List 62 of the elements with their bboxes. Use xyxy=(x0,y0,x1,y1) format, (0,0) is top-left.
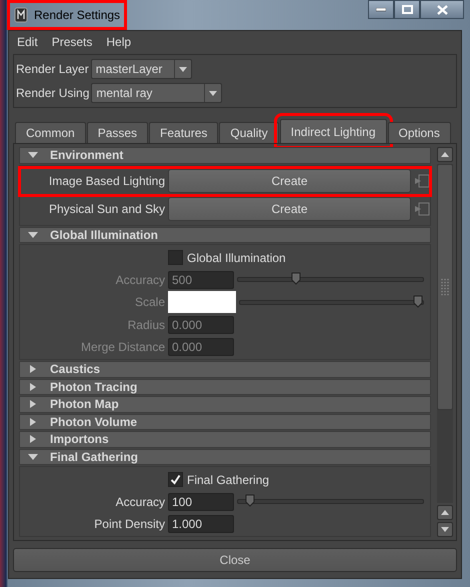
slider-thumb[interactable] xyxy=(244,494,255,507)
create-button[interactable]: Create xyxy=(168,197,411,221)
checkbox-label: Global Illumination xyxy=(187,250,286,264)
checkmark-icon xyxy=(170,474,181,485)
tab[interactable]: Options xyxy=(388,122,451,143)
grip-icon xyxy=(440,278,450,296)
tab[interactable]: Common xyxy=(15,122,86,143)
scroll-up-button[interactable] xyxy=(437,147,453,162)
up-arrow-icon xyxy=(441,510,449,515)
scroll-up-button[interactable] xyxy=(437,505,453,520)
close-button[interactable]: Close xyxy=(13,548,457,572)
minimize-icon xyxy=(376,8,386,12)
section-header[interactable]: Importons xyxy=(19,431,431,448)
close-icon[interactable] xyxy=(420,0,464,19)
maximize-icon xyxy=(402,5,412,14)
section-header[interactable]: Photon Map xyxy=(19,396,431,412)
expanded-arrow-icon xyxy=(28,230,38,239)
dropdown-label: Render Using xyxy=(16,86,90,100)
minimize-button[interactable] xyxy=(368,0,394,19)
tab[interactable]: Passes xyxy=(86,122,148,143)
dropdown-label: Render Layer xyxy=(16,62,89,76)
scrollbar-thumb[interactable] xyxy=(437,164,453,410)
dropdown-arrow-icon xyxy=(178,66,187,72)
tab[interactable]: Quality xyxy=(219,122,279,143)
down-arrow-icon xyxy=(441,527,449,532)
expanded-arrow-icon xyxy=(28,151,38,160)
menu-item[interactable]: Help xyxy=(106,35,132,49)
connection-icon[interactable] xyxy=(414,174,430,188)
expanded-arrow-icon xyxy=(28,452,38,461)
section-header[interactable]: Environment xyxy=(19,147,431,164)
checkbox[interactable] xyxy=(168,472,183,487)
number-field[interactable]: 1.000 xyxy=(168,514,234,532)
section-header[interactable]: Photon Volume xyxy=(19,414,431,430)
app-icon xyxy=(14,7,28,23)
section-header[interactable]: Caustics xyxy=(19,361,431,378)
row-label: Image Based Lighting xyxy=(48,174,165,188)
dropdown-arrow-icon xyxy=(209,90,218,96)
checkbox[interactable] xyxy=(168,250,183,265)
create-button[interactable]: Create xyxy=(168,169,411,193)
number-field[interactable]: 100 xyxy=(168,492,234,510)
field-label: Merge Distance xyxy=(80,340,165,354)
checkbox-label: Final Gathering xyxy=(187,472,270,486)
connection-icon[interactable] xyxy=(414,202,430,216)
window-title: Render Settings xyxy=(34,8,120,22)
dropdown[interactable]: masterLayer xyxy=(90,59,192,79)
scroll-down-button[interactable] xyxy=(437,522,453,537)
up-arrow-icon xyxy=(441,152,449,157)
field-label: Scale xyxy=(134,295,165,309)
menu-item[interactable]: Edit xyxy=(17,35,38,49)
menu-item[interactable]: Presets xyxy=(52,35,92,49)
row-label: Physical Sun and Sky xyxy=(48,202,165,216)
section-header[interactable]: Global Illumination xyxy=(19,226,431,243)
field-label: Radius xyxy=(126,318,165,332)
tab[interactable]: Features xyxy=(149,122,218,143)
field-label: Point Density xyxy=(93,516,165,530)
maximize-button[interactable] xyxy=(394,0,420,19)
color-swatch[interactable] xyxy=(168,291,236,313)
field-label: Accuracy xyxy=(114,272,165,286)
section-header[interactable]: Photon Tracing xyxy=(19,378,431,395)
field-label: Accuracy xyxy=(114,494,165,508)
dropdown[interactable]: mental ray xyxy=(91,83,222,103)
section-header[interactable]: Final Gathering xyxy=(19,448,431,465)
